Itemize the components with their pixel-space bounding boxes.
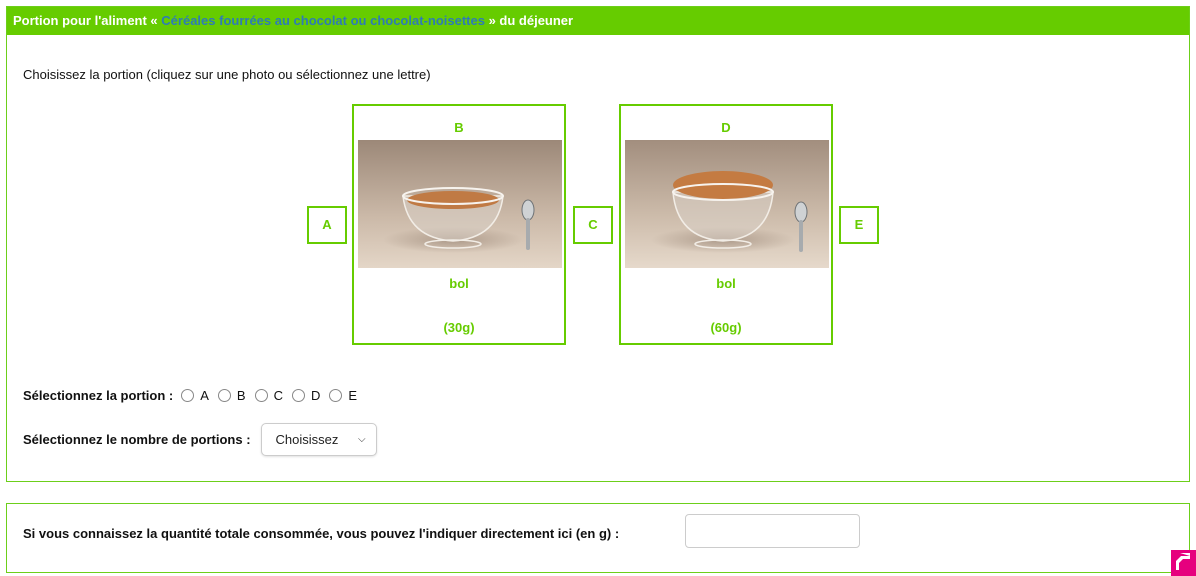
header-prefix: Portion pour l'aliment «	[13, 13, 158, 28]
radio-button-a[interactable]	[181, 389, 195, 402]
radio-button-d[interactable]	[291, 389, 305, 402]
food-name: Céréales fourrées au chocolat ou chocola…	[161, 13, 485, 28]
instructions-text: Choisissez la portion (cliquez sur une p…	[23, 67, 431, 82]
letter-box-e[interactable]: E	[839, 206, 879, 244]
letter-box-c[interactable]: C	[573, 206, 613, 244]
radio-option-b[interactable]: B	[217, 388, 246, 403]
photo-card-d[interactable]: D bol (60g)	[619, 104, 833, 345]
total-quantity-panel: Si vous connaissez la quantité totale co…	[6, 503, 1190, 573]
header-suffix: » du déjeuner	[488, 13, 574, 28]
chevron-down-icon: ⌵	[357, 434, 366, 445]
radio-label-d: D	[310, 388, 321, 403]
portion-count-row: Sélectionnez le nombre de portions : Cho…	[23, 423, 377, 456]
card-unit-b: bol	[449, 276, 469, 291]
card-weight-d: (60g)	[710, 320, 742, 335]
letter-box-a[interactable]: A	[307, 206, 347, 244]
portion-panel: Portion pour l'aliment « Céréales fourré…	[6, 6, 1190, 482]
arrow-up-icon	[1176, 553, 1190, 570]
cereal-fill-b	[407, 191, 499, 209]
portion-count-value: Choisissez	[275, 432, 339, 447]
radio-label-e: E	[348, 388, 358, 403]
portion-select-label: Sélectionnez la portion :	[23, 388, 174, 403]
scroll-top-button[interactable]	[1171, 550, 1196, 576]
radio-label-a: A	[200, 388, 209, 403]
card-weight-b: (30g)	[443, 320, 475, 335]
card-letter-b: B	[454, 120, 464, 135]
total-quantity-label: Si vous connaissez la quantité totale co…	[23, 526, 620, 541]
radio-option-d[interactable]: D	[291, 388, 321, 403]
radio-button-b[interactable]	[217, 389, 231, 402]
radio-label-c: C	[273, 388, 283, 403]
radio-button-c[interactable]	[254, 389, 268, 402]
portion-count-label: Sélectionnez le nombre de portions :	[23, 432, 251, 447]
portion-count-select[interactable]: Choisissez ⌵	[260, 423, 377, 456]
photo-card-b[interactable]: B bol (30g)	[352, 104, 566, 345]
portion-radio-group: Sélectionnez la portion : A B C D E	[23, 388, 366, 403]
total-quantity-input[interactable]	[685, 514, 860, 548]
panel-header: Portion pour l'aliment « Céréales fourré…	[7, 7, 1189, 35]
card-letter-d: D	[721, 120, 731, 135]
radio-option-e[interactable]: E	[329, 388, 357, 403]
radio-option-c[interactable]: C	[254, 388, 283, 403]
radio-label-b: B	[236, 388, 246, 403]
cereal-bowl-photo-d[interactable]	[625, 140, 829, 268]
radio-option-a[interactable]: A	[181, 388, 209, 403]
radio-button-e[interactable]	[329, 389, 343, 402]
cereal-bowl-photo-b[interactable]	[358, 140, 562, 268]
card-unit-d: bol	[716, 276, 736, 291]
